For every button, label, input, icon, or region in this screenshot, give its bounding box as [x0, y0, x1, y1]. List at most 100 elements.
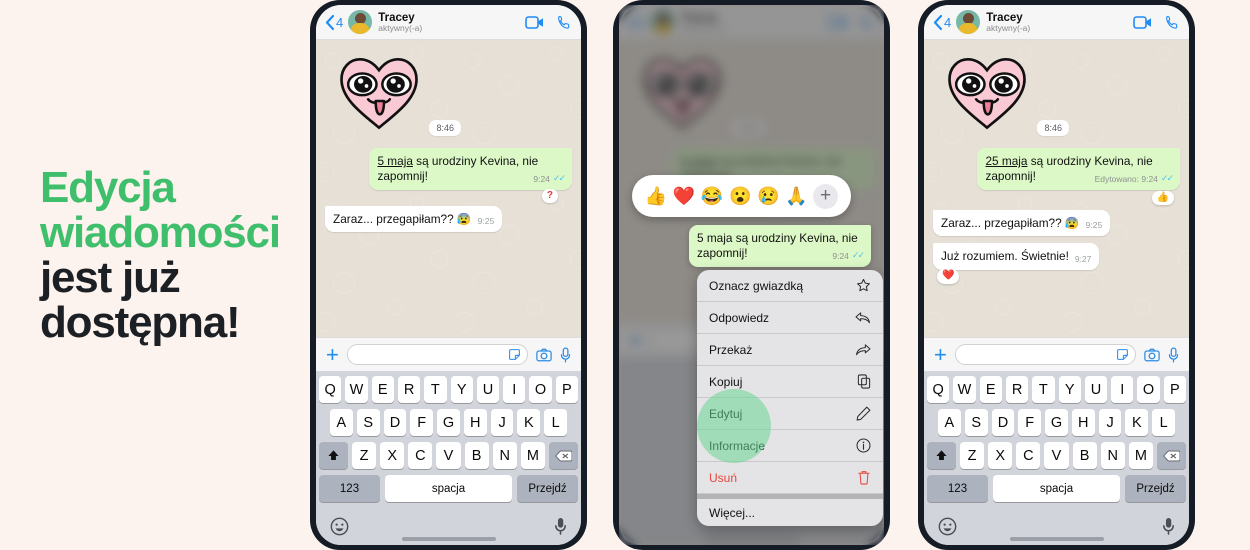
key-k[interactable]: K: [1125, 409, 1149, 436]
reaction-badge[interactable]: 👍: [1151, 190, 1174, 206]
camera-icon[interactable]: [1144, 348, 1160, 362]
add-reaction-button[interactable]: +: [813, 183, 839, 209]
key-u[interactable]: U: [476, 376, 500, 403]
microphone-icon[interactable]: [554, 517, 567, 535]
message-input[interactable]: [346, 344, 528, 365]
context-menu-item-forward[interactable]: Przekaż: [697, 334, 883, 366]
space-key[interactable]: spacja: [993, 475, 1120, 502]
key-s[interactable]: S: [964, 409, 988, 436]
numbers-key[interactable]: 123: [319, 475, 380, 502]
key-y[interactable]: Y: [450, 376, 473, 403]
microphone-icon[interactable]: [560, 346, 571, 363]
contact-avatar[interactable]: [348, 10, 373, 34]
shift-icon[interactable]: [319, 442, 348, 469]
voice-call-icon[interactable]: [557, 15, 572, 30]
key-u[interactable]: U: [1084, 376, 1108, 403]
key-a[interactable]: A: [937, 409, 961, 436]
message-bubble[interactable]: Już rozumiem. Świetnie! 9:27 ❤️: [933, 243, 1100, 284]
microphone-icon[interactable]: [1162, 517, 1175, 535]
sticker-icon[interactable]: [508, 348, 521, 361]
reaction-surprised-icon[interactable]: 😮: [729, 186, 751, 207]
key-n[interactable]: N: [492, 442, 517, 469]
back-button[interactable]: 4: [933, 14, 951, 30]
key-c[interactable]: C: [1016, 442, 1041, 469]
key-x[interactable]: X: [988, 442, 1013, 469]
key-w[interactable]: W: [345, 376, 368, 403]
key-o[interactable]: O: [1137, 376, 1160, 403]
key-m[interactable]: M: [1128, 442, 1153, 469]
key-r[interactable]: R: [1005, 376, 1029, 403]
key-s[interactable]: S: [356, 409, 380, 436]
reaction-cry-icon[interactable]: 😢: [757, 186, 779, 207]
context-menu-item-delete[interactable]: Usuń: [697, 462, 883, 494]
key-e[interactable]: E: [979, 376, 1002, 403]
key-p[interactable]: P: [555, 376, 578, 403]
key-v[interactable]: V: [1044, 442, 1069, 469]
voice-call-icon[interactable]: [1165, 15, 1180, 30]
shift-icon[interactable]: [927, 442, 956, 469]
reaction-badge[interactable]: ❤️: [937, 269, 960, 284]
key-o[interactable]: O: [529, 376, 552, 403]
key-i[interactable]: I: [1111, 376, 1134, 403]
key-n[interactable]: N: [1100, 442, 1125, 469]
key-a[interactable]: A: [329, 409, 353, 436]
reaction-pray-icon[interactable]: 🙏: [785, 186, 807, 207]
key-v[interactable]: V: [436, 442, 461, 469]
key-k[interactable]: K: [517, 409, 541, 436]
key-g[interactable]: G: [1045, 409, 1068, 436]
sticker-icon[interactable]: [1116, 348, 1129, 361]
contact-info[interactable]: Tracey aktywny(-a): [378, 12, 520, 33]
message-bubble[interactable]: 25 maja są urodziny Kevina, nie zapomnij…: [977, 148, 1180, 206]
reaction-badge[interactable]: ?: [541, 188, 558, 204]
key-r[interactable]: R: [397, 376, 421, 403]
go-key[interactable]: Przejdź: [517, 475, 578, 502]
key-t[interactable]: T: [424, 376, 447, 403]
microphone-icon[interactable]: [1168, 346, 1179, 363]
video-call-icon[interactable]: [525, 15, 544, 29]
context-menu-item-reply[interactable]: Odpowiedz: [697, 302, 883, 334]
back-button[interactable]: 4: [325, 14, 343, 30]
key-m[interactable]: M: [520, 442, 545, 469]
key-f[interactable]: F: [1018, 409, 1042, 436]
space-key[interactable]: spacja: [385, 475, 512, 502]
key-h[interactable]: H: [1071, 409, 1095, 436]
contact-info[interactable]: Tracey aktywny(-a): [986, 12, 1128, 33]
key-t[interactable]: T: [1032, 376, 1055, 403]
key-z[interactable]: Z: [960, 442, 985, 469]
video-call-icon[interactable]: [1133, 15, 1152, 29]
key-g[interactable]: G: [437, 409, 460, 436]
key-y[interactable]: Y: [1058, 376, 1081, 403]
key-c[interactable]: C: [408, 442, 433, 469]
message-bubble[interactable]: Zaraz... przegapiłam?? 😰 9:25: [325, 206, 503, 233]
camera-icon[interactable]: [536, 348, 552, 362]
key-w[interactable]: W: [953, 376, 976, 403]
key-j[interactable]: J: [1098, 409, 1122, 436]
emoji-smiley-icon[interactable]: [330, 517, 349, 536]
context-menu-item-star[interactable]: Oznacz gwiazdką: [697, 270, 883, 302]
go-key[interactable]: Przejdź: [1125, 475, 1186, 502]
message-bubble[interactable]: Zaraz... przegapiłam?? 😰 9:25: [933, 210, 1111, 237]
key-l[interactable]: L: [544, 409, 568, 436]
key-j[interactable]: J: [490, 409, 514, 436]
message-input[interactable]: [954, 344, 1136, 365]
key-d[interactable]: D: [383, 409, 407, 436]
key-f[interactable]: F: [410, 409, 434, 436]
key-p[interactable]: P: [1163, 376, 1186, 403]
backspace-icon[interactable]: [548, 442, 578, 469]
key-l[interactable]: L: [1152, 409, 1176, 436]
focused-message-bubble[interactable]: 5 maja są urodziny Kevina, nie zapomnij!…: [689, 225, 871, 268]
key-x[interactable]: X: [380, 442, 405, 469]
backspace-icon[interactable]: [1156, 442, 1186, 469]
key-e[interactable]: E: [371, 376, 394, 403]
key-b[interactable]: B: [464, 442, 489, 469]
message-bubble[interactable]: 5 maja są urodziny Kevina, nie zapomnij!…: [369, 148, 572, 204]
key-h[interactable]: H: [463, 409, 487, 436]
reaction-thumbs-up-icon[interactable]: 👍: [645, 186, 667, 207]
key-b[interactable]: B: [1072, 442, 1097, 469]
numbers-key[interactable]: 123: [927, 475, 988, 502]
emoji-smiley-icon[interactable]: [938, 517, 957, 536]
reaction-joy-icon[interactable]: 😂: [701, 186, 723, 207]
key-q[interactable]: Q: [927, 376, 950, 403]
reaction-heart-icon[interactable]: ❤️: [673, 186, 695, 207]
key-q[interactable]: Q: [319, 376, 342, 403]
